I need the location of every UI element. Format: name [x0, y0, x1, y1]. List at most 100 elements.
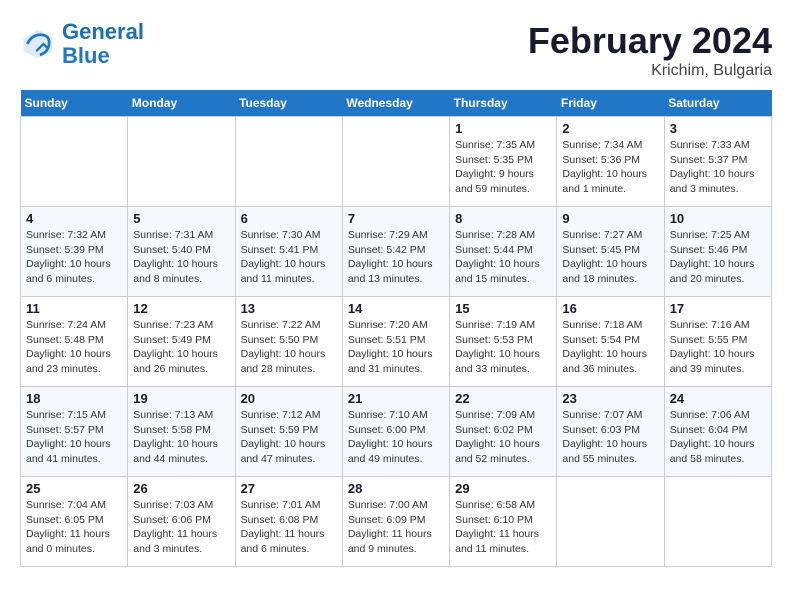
- day-number: 17: [670, 301, 766, 316]
- day-info: Sunrise: 7:04 AM Sunset: 6:05 PM Dayligh…: [26, 498, 122, 557]
- day-number: 1: [455, 121, 551, 136]
- day-number: 2: [562, 121, 658, 136]
- calendar-cell: [235, 117, 342, 207]
- day-number: 24: [670, 391, 766, 406]
- calendar-cell: 10Sunrise: 7:25 AM Sunset: 5:46 PM Dayli…: [664, 207, 771, 297]
- day-number: 4: [26, 211, 122, 226]
- day-info: Sunrise: 7:23 AM Sunset: 5:49 PM Dayligh…: [133, 318, 229, 377]
- day-info: Sunrise: 6:58 AM Sunset: 6:10 PM Dayligh…: [455, 498, 551, 557]
- day-info: Sunrise: 7:24 AM Sunset: 5:48 PM Dayligh…: [26, 318, 122, 377]
- day-info: Sunrise: 7:07 AM Sunset: 6:03 PM Dayligh…: [562, 408, 658, 467]
- week-row-1: 1 Sunrise: 7:35 AM Sunset: 5:35 PM Daylig…: [21, 117, 772, 207]
- calendar-cell: 4 Sunrise: 7:32 AM Sunset: 5:39 PM Daylig…: [21, 207, 128, 297]
- calendar-cell: 9 Sunrise: 7:27 AM Sunset: 5:45 PM Daylig…: [557, 207, 664, 297]
- day-info: Sunrise: 7:28 AM Sunset: 5:44 PM Dayligh…: [455, 228, 551, 287]
- day-number: 11: [26, 301, 122, 316]
- calendar-cell: [664, 477, 771, 567]
- day-info: Sunrise: 7:33 AM Sunset: 5:37 PM Dayligh…: [670, 138, 766, 197]
- day-info: Sunrise: 7:19 AM Sunset: 5:53 PM Dayligh…: [455, 318, 551, 377]
- day-number: 8: [455, 211, 551, 226]
- day-number: 9: [562, 211, 658, 226]
- day-info: Sunrise: 7:16 AM Sunset: 5:55 PM Dayligh…: [670, 318, 766, 377]
- weekday-header-thursday: Thursday: [450, 90, 557, 117]
- day-info: Sunrise: 7:01 AM Sunset: 6:08 PM Dayligh…: [241, 498, 337, 557]
- logo-icon: [20, 26, 56, 62]
- day-number: 18: [26, 391, 122, 406]
- day-number: 27: [241, 481, 337, 496]
- calendar-cell: 5 Sunrise: 7:31 AM Sunset: 5:40 PM Daylig…: [128, 207, 235, 297]
- weekday-header-wednesday: Wednesday: [342, 90, 449, 117]
- calendar-cell: 21 Sunrise: 7:10 AM Sunset: 6:00 PM Dayli…: [342, 387, 449, 477]
- day-number: 5: [133, 211, 229, 226]
- day-number: 19: [133, 391, 229, 406]
- day-number: 26: [133, 481, 229, 496]
- calendar-cell: 11 Sunrise: 7:24 AM Sunset: 5:48 PM Dayli…: [21, 297, 128, 387]
- logo-text: General Blue: [62, 20, 144, 68]
- calendar-cell: 18Sunrise: 7:15 AM Sunset: 5:57 PM Dayli…: [21, 387, 128, 477]
- day-info: Sunrise: 7:25 AM Sunset: 5:46 PM Dayligh…: [670, 228, 766, 287]
- day-info: Sunrise: 7:34 AM Sunset: 5:36 PM Dayligh…: [562, 138, 658, 197]
- day-info: Sunrise: 7:13 AM Sunset: 5:58 PM Dayligh…: [133, 408, 229, 467]
- day-number: 12: [133, 301, 229, 316]
- day-info: Sunrise: 7:31 AM Sunset: 5:40 PM Dayligh…: [133, 228, 229, 287]
- day-info: Sunrise: 7:18 AM Sunset: 5:54 PM Dayligh…: [562, 318, 658, 377]
- day-info: Sunrise: 7:30 AM Sunset: 5:41 PM Dayligh…: [241, 228, 337, 287]
- calendar-cell: [557, 477, 664, 567]
- page-header: General Blue February 2024 Krichim, Bulg…: [20, 20, 772, 80]
- calendar-cell: 15 Sunrise: 7:19 AM Sunset: 5:53 PM Dayli…: [450, 297, 557, 387]
- day-number: 21: [348, 391, 444, 406]
- weekday-header-sunday: Sunday: [21, 90, 128, 117]
- calendar-cell: 6 Sunrise: 7:30 AM Sunset: 5:41 PM Daylig…: [235, 207, 342, 297]
- day-number: 6: [241, 211, 337, 226]
- calendar-cell: 7Sunrise: 7:29 AM Sunset: 5:42 PM Daylig…: [342, 207, 449, 297]
- calendar-cell: [342, 117, 449, 207]
- weekday-header-saturday: Saturday: [664, 90, 771, 117]
- week-row-4: 18Sunrise: 7:15 AM Sunset: 5:57 PM Dayli…: [21, 387, 772, 477]
- day-info: Sunrise: 7:20 AM Sunset: 5:51 PM Dayligh…: [348, 318, 444, 377]
- day-info: Sunrise: 7:22 AM Sunset: 5:50 PM Dayligh…: [241, 318, 337, 377]
- day-number: 15: [455, 301, 551, 316]
- day-info: Sunrise: 7:03 AM Sunset: 6:06 PM Dayligh…: [133, 498, 229, 557]
- calendar-cell: 17 Sunrise: 7:16 AM Sunset: 5:55 PM Dayli…: [664, 297, 771, 387]
- calendar-cell: 8 Sunrise: 7:28 AM Sunset: 5:44 PM Daylig…: [450, 207, 557, 297]
- day-number: 22: [455, 391, 551, 406]
- day-info: Sunrise: 7:29 AM Sunset: 5:42 PM Dayligh…: [348, 228, 444, 287]
- calendar-cell: 27 Sunrise: 7:01 AM Sunset: 6:08 PM Dayli…: [235, 477, 342, 567]
- weekday-header-row: SundayMondayTuesdayWednesdayThursdayFrid…: [21, 90, 772, 117]
- day-number: 23: [562, 391, 658, 406]
- calendar-subtitle: Krichim, Bulgaria: [528, 62, 772, 80]
- calendar-title: February 2024: [528, 20, 772, 62]
- calendar-cell: 16Sunrise: 7:18 AM Sunset: 5:54 PM Dayli…: [557, 297, 664, 387]
- day-info: Sunrise: 7:27 AM Sunset: 5:45 PM Dayligh…: [562, 228, 658, 287]
- calendar-cell: 3 Sunrise: 7:33 AM Sunset: 5:37 PM Daylig…: [664, 117, 771, 207]
- calendar-cell: 2 Sunrise: 7:34 AM Sunset: 5:36 PM Daylig…: [557, 117, 664, 207]
- calendar-cell: 12 Sunrise: 7:23 AM Sunset: 5:49 PM Dayli…: [128, 297, 235, 387]
- day-info: Sunrise: 7:35 AM Sunset: 5:35 PM Dayligh…: [455, 138, 551, 197]
- day-number: 13: [241, 301, 337, 316]
- day-info: Sunrise: 7:32 AM Sunset: 5:39 PM Dayligh…: [26, 228, 122, 287]
- day-info: Sunrise: 7:06 AM Sunset: 6:04 PM Dayligh…: [670, 408, 766, 467]
- calendar-cell: 14Sunrise: 7:20 AM Sunset: 5:51 PM Dayli…: [342, 297, 449, 387]
- day-number: 3: [670, 121, 766, 136]
- week-row-2: 4 Sunrise: 7:32 AM Sunset: 5:39 PM Daylig…: [21, 207, 772, 297]
- calendar-cell: 24 Sunrise: 7:06 AM Sunset: 6:04 PM Dayli…: [664, 387, 771, 477]
- logo: General Blue: [20, 20, 144, 68]
- weekday-header-tuesday: Tuesday: [235, 90, 342, 117]
- day-info: Sunrise: 7:10 AM Sunset: 6:00 PM Dayligh…: [348, 408, 444, 467]
- week-row-5: 25Sunrise: 7:04 AM Sunset: 6:05 PM Dayli…: [21, 477, 772, 567]
- calendar-cell: 13 Sunrise: 7:22 AM Sunset: 5:50 PM Dayli…: [235, 297, 342, 387]
- weekday-header-friday: Friday: [557, 90, 664, 117]
- calendar-cell: [21, 117, 128, 207]
- day-number: 20: [241, 391, 337, 406]
- calendar-cell: 22Sunrise: 7:09 AM Sunset: 6:02 PM Dayli…: [450, 387, 557, 477]
- calendar-cell: 26 Sunrise: 7:03 AM Sunset: 6:06 PM Dayli…: [128, 477, 235, 567]
- calendar-cell: 20 Sunrise: 7:12 AM Sunset: 5:59 PM Dayli…: [235, 387, 342, 477]
- calendar-cell: 23 Sunrise: 7:07 AM Sunset: 6:03 PM Dayli…: [557, 387, 664, 477]
- calendar-table: SundayMondayTuesdayWednesdayThursdayFrid…: [20, 90, 772, 567]
- calendar-cell: 28Sunrise: 7:00 AM Sunset: 6:09 PM Dayli…: [342, 477, 449, 567]
- week-row-3: 11 Sunrise: 7:24 AM Sunset: 5:48 PM Dayli…: [21, 297, 772, 387]
- calendar-cell: 19 Sunrise: 7:13 AM Sunset: 5:58 PM Dayli…: [128, 387, 235, 477]
- day-info: Sunrise: 7:00 AM Sunset: 6:09 PM Dayligh…: [348, 498, 444, 557]
- day-info: Sunrise: 7:12 AM Sunset: 5:59 PM Dayligh…: [241, 408, 337, 467]
- day-number: 29: [455, 481, 551, 496]
